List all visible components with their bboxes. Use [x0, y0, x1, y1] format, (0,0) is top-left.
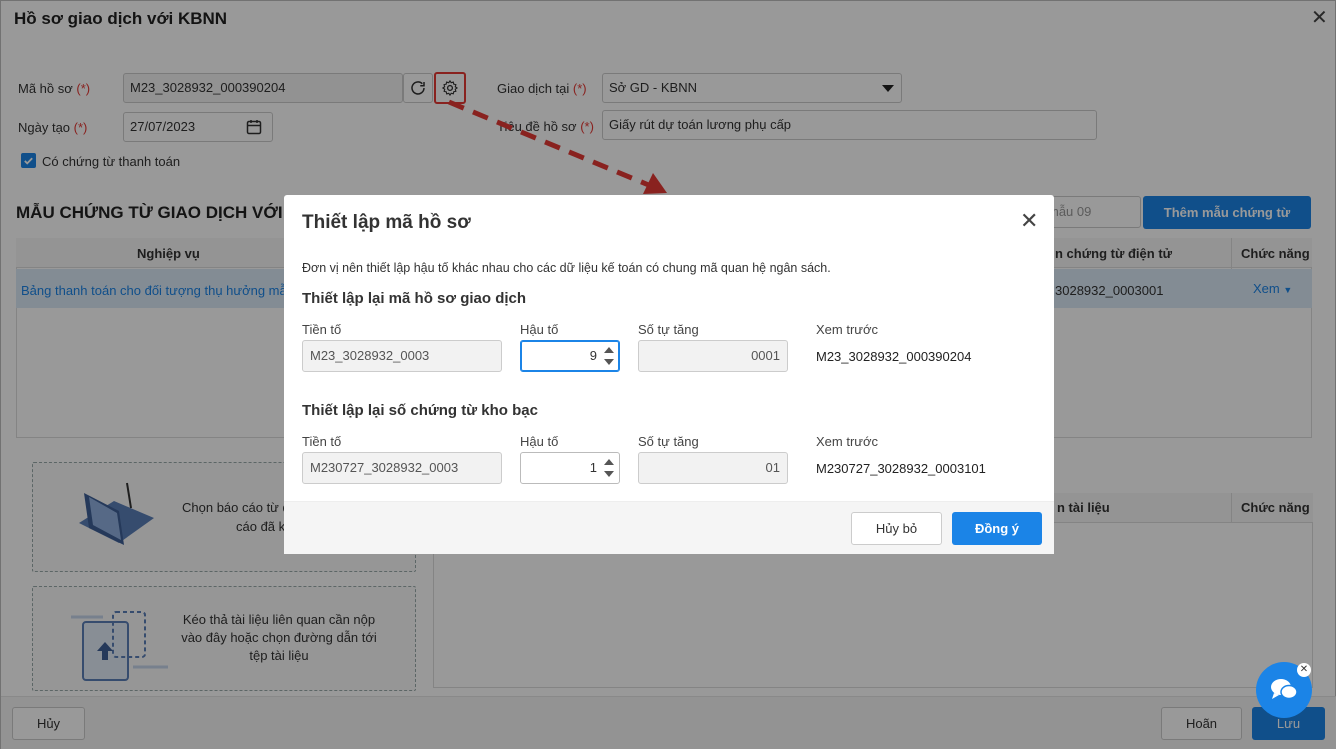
- s2-hau-to-value: 1: [589, 460, 597, 475]
- dialog-cancel-button[interactable]: Hủy bỏ: [851, 512, 942, 545]
- s1-preview: M23_3028932_000390204: [816, 349, 972, 364]
- s1-tien-to-label: Tiền tố: [302, 322, 342, 337]
- s2-tien-to-label: Tiền tố: [302, 434, 342, 449]
- s2-xem-truoc-label: Xem trước: [816, 434, 879, 449]
- s1-hau-to-stepper[interactable]: 9: [520, 340, 620, 372]
- dialog-title: Thiết lập mã hồ sơ: [302, 212, 471, 233]
- s2-preview: M230727_3028932_0003101: [816, 461, 986, 476]
- stepper-down-icon[interactable]: [604, 359, 614, 365]
- chat-close-icon[interactable]: ✕: [1297, 663, 1311, 677]
- dialog-close-icon[interactable]: ✕: [1020, 210, 1038, 232]
- section1-title: Thiết lập lại mã hồ sơ giao dịch: [302, 290, 527, 307]
- stepper-up-icon[interactable]: [604, 347, 614, 353]
- s1-xem-truoc-label: Xem trước: [816, 322, 879, 337]
- chat-icon: [1271, 679, 1298, 700]
- s2-so-tu-tang-label: Số tự tăng: [638, 434, 699, 449]
- stepper-up-icon[interactable]: [604, 459, 614, 465]
- s1-tien-to-input: M23_3028932_0003: [302, 340, 502, 372]
- s1-hau-to-label: Hậu tố: [520, 322, 559, 337]
- s1-hau-to-value: 9: [589, 348, 597, 363]
- dialog-ok-button[interactable]: Đồng ý: [952, 512, 1042, 545]
- stepper-down-icon[interactable]: [604, 471, 614, 477]
- s2-hau-to-label: Hậu tố: [520, 434, 559, 449]
- dialog-note: Đơn vị nên thiết lập hậu tố khác nhau ch…: [302, 261, 831, 275]
- s2-so-tu-tang-input: 01: [638, 452, 788, 484]
- section2-title: Thiết lập lại số chứng từ kho bạc: [302, 402, 538, 419]
- s2-tien-to-input: M230727_3028932_0003: [302, 452, 502, 484]
- s1-so-tu-tang-label: Số tự tăng: [638, 322, 699, 337]
- s2-hau-to-stepper[interactable]: 1: [520, 452, 620, 484]
- s1-so-tu-tang-input: 0001: [638, 340, 788, 372]
- setup-dialog: Thiết lập mã hồ sơ ✕ Đơn vị nên thiết lậ…: [284, 195, 1054, 554]
